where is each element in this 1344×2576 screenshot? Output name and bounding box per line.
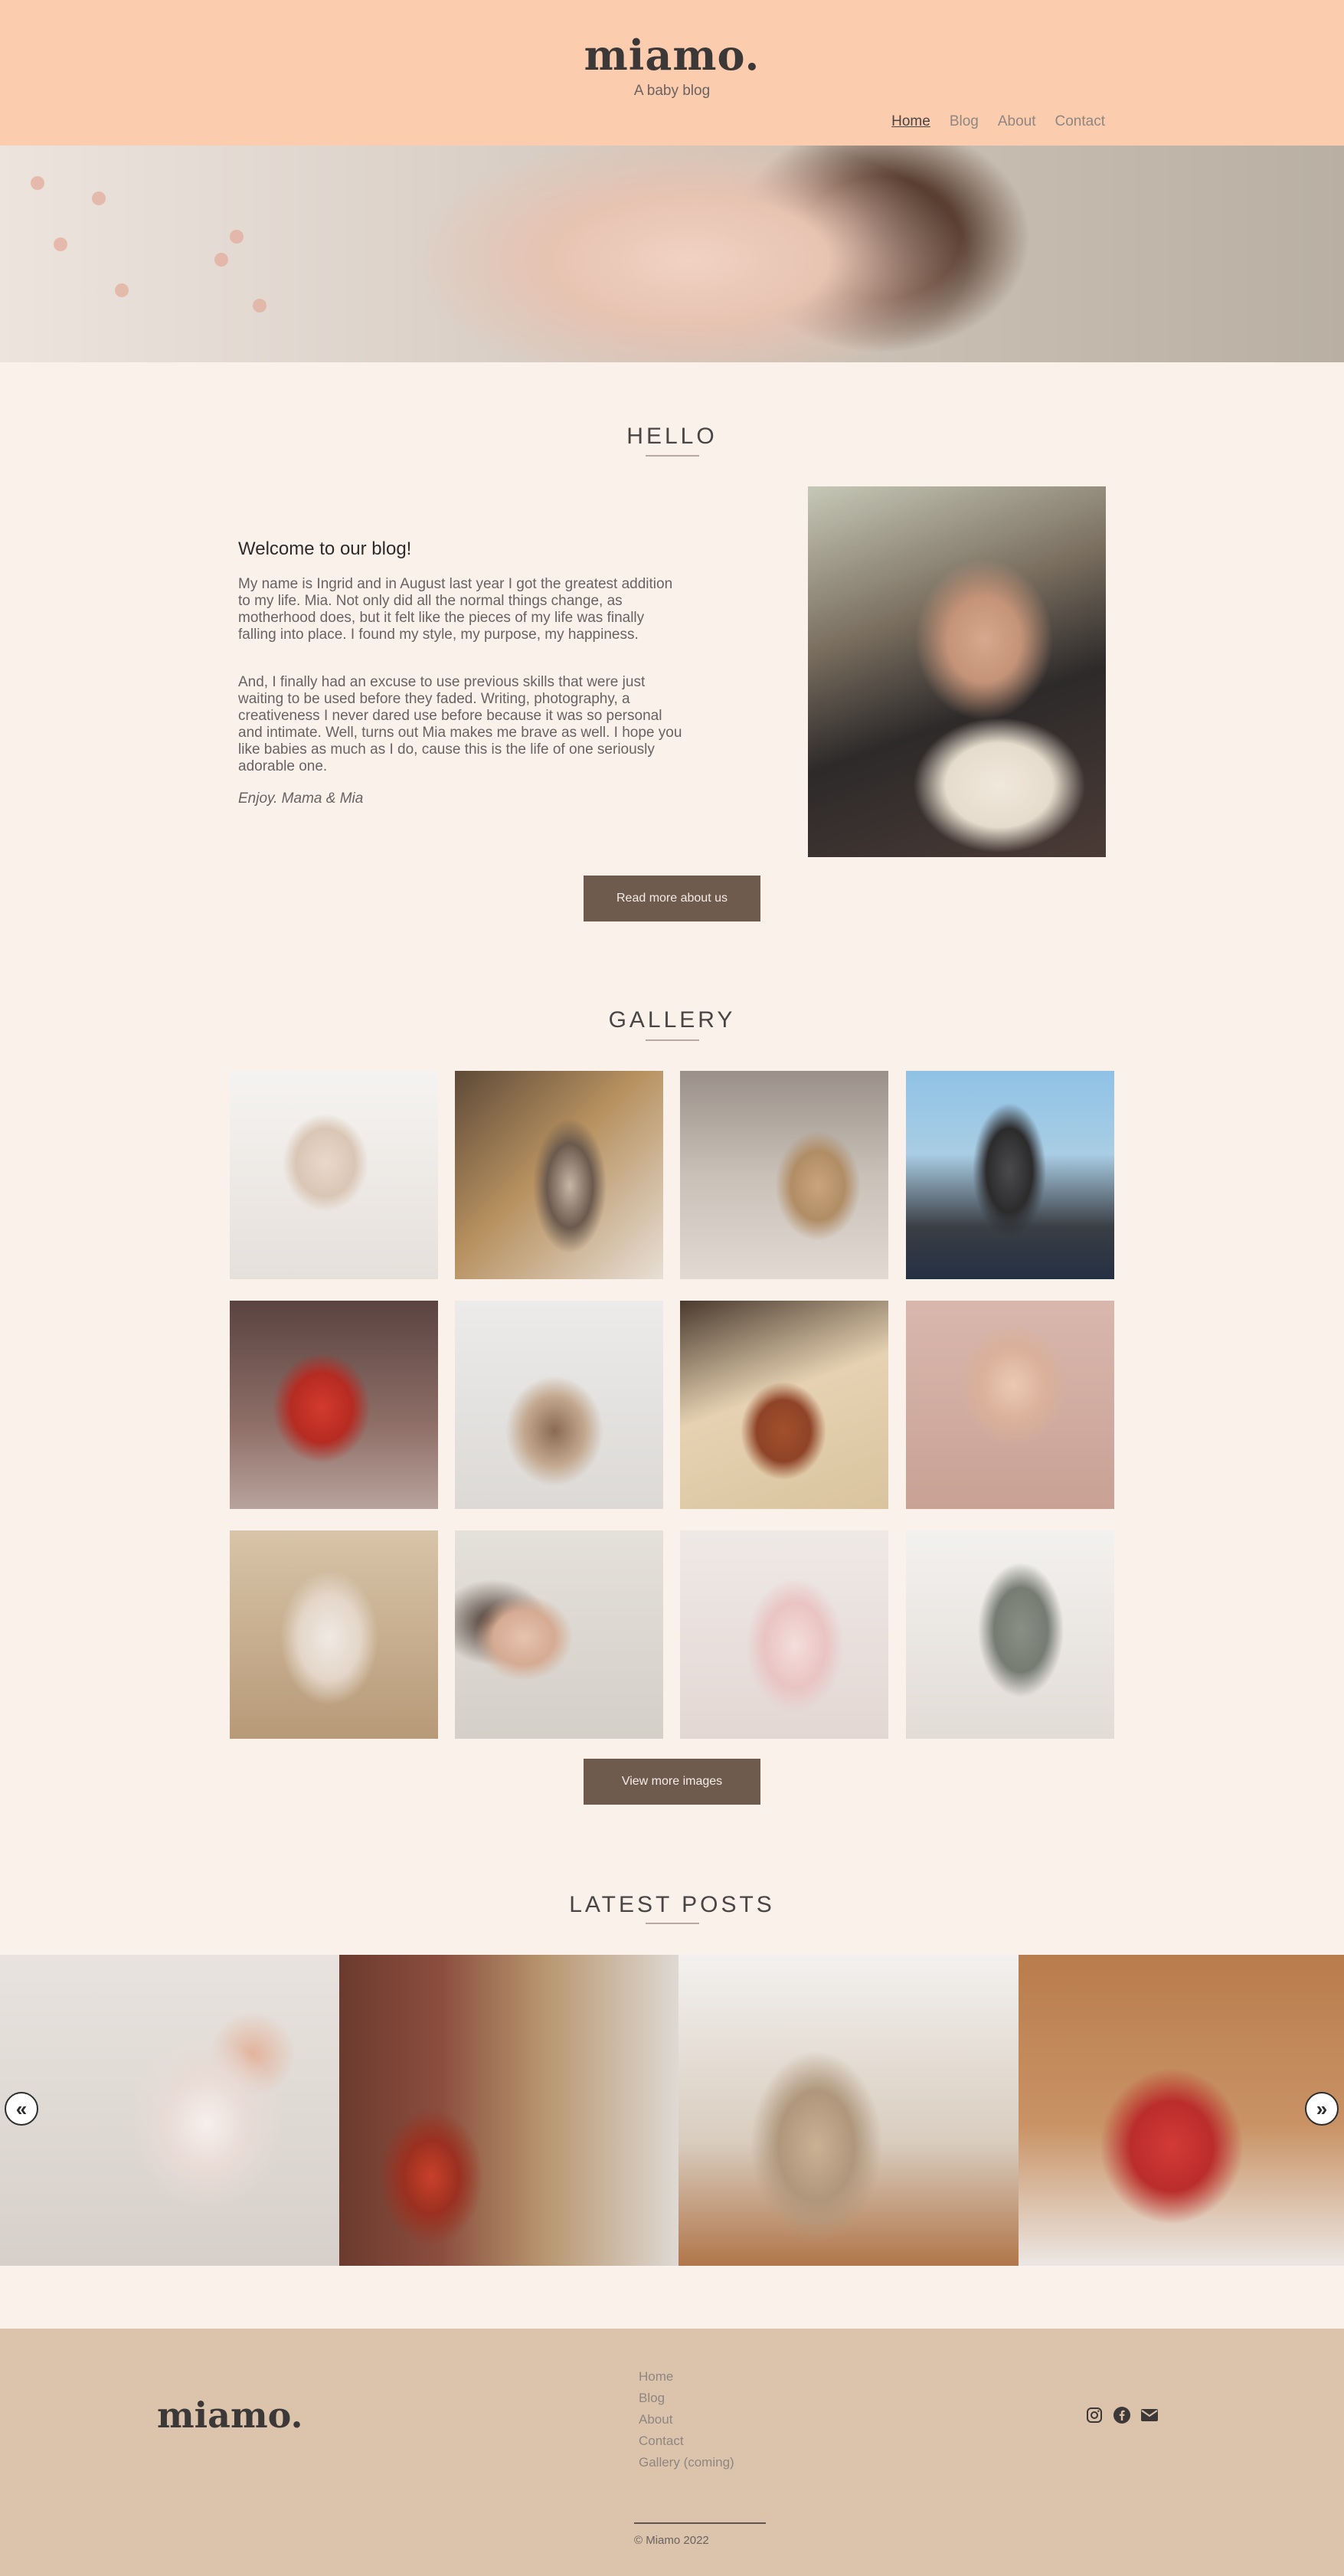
footer-link-contact[interactable]: Contact (639, 2434, 734, 2449)
latest-posts-title: LATEST POSTS (569, 1892, 775, 1917)
footer-links: Home Blog About Contact Gallery (coming) (639, 2369, 734, 2470)
gallery-image[interactable] (230, 1071, 438, 1279)
carousel-next-button[interactable]: » (1305, 2092, 1339, 2126)
facebook-icon[interactable] (1112, 2405, 1132, 2425)
footer-divider (634, 2522, 766, 2524)
gallery-image[interactable] (680, 1301, 888, 1509)
main-nav: Home Blog About Contact (891, 113, 1105, 130)
gallery-image[interactable] (455, 1071, 663, 1279)
post-card[interactable] (679, 1955, 1019, 2266)
footer-logo[interactable]: miamo. (157, 2394, 303, 2436)
gallery-image[interactable] (455, 1530, 663, 1739)
gallery-image[interactable] (455, 1301, 663, 1509)
gallery-image[interactable] (906, 1071, 1114, 1279)
view-more-images-button[interactable]: View more images (584, 1759, 760, 1805)
footer-link-home[interactable]: Home (639, 2369, 734, 2385)
intro-paragraph-1: My name is Ingrid and in August last yea… (238, 576, 673, 643)
signoff: Enjoy. Mama & Mia (238, 790, 364, 807)
social-icons (1084, 2405, 1159, 2425)
post-card[interactable] (1019, 1955, 1344, 2266)
post-card[interactable] (339, 1955, 679, 2266)
nav-home[interactable]: Home (891, 113, 930, 130)
hello-title-rule (646, 455, 699, 457)
carousel-prev-button[interactable]: « (5, 2092, 38, 2126)
gallery-image[interactable] (906, 1530, 1114, 1739)
welcome-heading: Welcome to our blog! (238, 538, 412, 559)
intro-paragraph-2: And, I finally had an excuse to use prev… (238, 674, 682, 774)
hello-title: HELLO (626, 424, 718, 449)
site-tagline: A baby blog (633, 83, 711, 99)
copyright: © Miamo 2022 (634, 2534, 709, 2547)
footer-link-gallery[interactable]: Gallery (coming) (639, 2455, 734, 2470)
nav-blog[interactable]: Blog (950, 113, 979, 130)
gallery-image[interactable] (680, 1530, 888, 1739)
envelope-icon[interactable] (1140, 2405, 1159, 2425)
gallery-image[interactable] (230, 1301, 438, 1509)
gallery-title: GALLERY (608, 1007, 736, 1033)
site-logo[interactable]: miamo. (0, 31, 1344, 80)
nav-contact[interactable]: Contact (1055, 113, 1105, 130)
gallery-image[interactable] (230, 1530, 438, 1739)
latest-posts-title-rule (646, 1923, 699, 1924)
post-card[interactable] (0, 1955, 339, 2266)
footer-link-about[interactable]: About (639, 2412, 734, 2427)
gallery-image[interactable] (680, 1071, 888, 1279)
instagram-icon[interactable] (1084, 2405, 1104, 2425)
mother-and-baby-photo (808, 486, 1106, 857)
gallery-title-rule (646, 1039, 699, 1041)
nav-about[interactable]: About (998, 113, 1036, 130)
footer-link-blog[interactable]: Blog (639, 2391, 734, 2406)
read-more-button[interactable]: Read more about us (584, 876, 760, 921)
hero-image (0, 146, 1344, 362)
site-header: miamo. A baby blog Home Blog About Conta… (0, 0, 1344, 146)
gallery-image[interactable] (906, 1301, 1114, 1509)
